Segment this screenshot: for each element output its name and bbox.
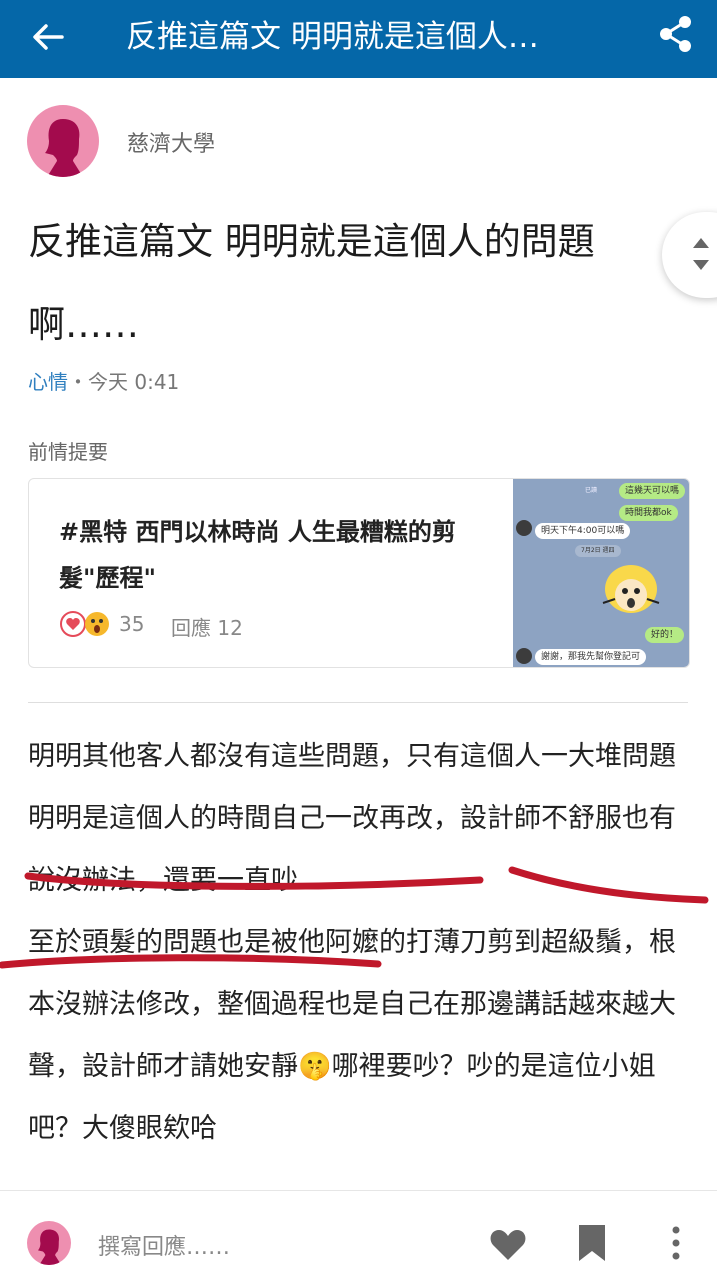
more-vertical-icon xyxy=(672,1226,680,1260)
female-avatar-icon xyxy=(38,1229,62,1265)
chat-bubble: 好的！ xyxy=(645,627,685,643)
chat-bubble: 時間我都ok xyxy=(619,505,678,521)
chat-bubble: 謝謝，那我先幫你登記可 xyxy=(535,649,647,665)
like-button[interactable] xyxy=(488,1224,528,1264)
heart-wow-reaction-icon xyxy=(60,611,109,637)
scroll-toggle-button[interactable] xyxy=(662,212,717,298)
reply-count: 回應 12 xyxy=(171,616,243,640)
arrow-left-icon xyxy=(33,24,64,50)
category-link[interactable]: 心情 xyxy=(28,370,68,394)
scroll-arrows-icon xyxy=(693,238,709,270)
post-title: 反推這篇文 明明就是這個人的問題啊…… xyxy=(28,220,595,346)
female-avatar-icon xyxy=(45,119,83,177)
back-button[interactable] xyxy=(24,12,74,62)
author-school: 慈濟大學 xyxy=(127,132,216,157)
chat-bubble: 明天下午4:00可以嗎 xyxy=(535,523,631,539)
referenced-post-card[interactable]: #黑特 西門以林時尚 人生最糟糕的剪髮"歷程" 35 回應 12 已讀 這幾天可… xyxy=(28,478,690,668)
referenced-post-thumbnail: 已讀 這幾天可以嗎 時間我都ok 明天下午4:00可以嗎 7月2日 週四 好的！… xyxy=(513,479,689,667)
more-options-button[interactable] xyxy=(664,1223,688,1263)
chat-avatar-icon xyxy=(516,648,532,664)
post-time: ・今天 0:41 xyxy=(68,370,180,394)
body-paragraph: 至於頭髮的問題也是被他阿嬤的打薄刀剪到超級鬚，根本沒辦法修改，整個過程也是自己在… xyxy=(28,927,676,1144)
top-app-bar: 反推這篇文 明明就是這個人… xyxy=(0,0,717,78)
author-avatar[interactable] xyxy=(27,105,99,177)
bottom-reply-bar: 撰寫回應…… xyxy=(0,1190,717,1281)
post-body: 明明其他客人都沒有這些問題，只有這個人一大堆問題 明明是這個人的時間自己一改再改… xyxy=(28,726,688,1160)
reply-input[interactable]: 撰寫回應…… xyxy=(98,1229,230,1261)
divider xyxy=(28,702,688,703)
heart-icon xyxy=(490,1230,526,1260)
bookmark-button[interactable] xyxy=(575,1223,609,1263)
like-count: 35 xyxy=(119,612,145,636)
character-sticker-icon xyxy=(602,565,660,613)
body-paragraph: 明明是這個人的時間自己一改再改，設計師不舒服也有說沒辦法，還要一直吵 xyxy=(28,803,676,896)
date-pill: 7月2日 週四 xyxy=(575,545,621,557)
user-avatar xyxy=(27,1221,71,1265)
post-meta: 心情・今天 0:41 xyxy=(28,366,179,395)
referenced-post-title: #黑特 西門以林時尚 人生最糟糕的剪髮"歷程" xyxy=(59,518,456,592)
reaction-icons xyxy=(59,609,115,639)
previous-context-label: 前情提要 xyxy=(28,440,108,464)
chat-bubble: 這幾天可以嗎 xyxy=(619,483,686,499)
share-icon xyxy=(660,16,691,52)
bookmark-icon xyxy=(579,1225,605,1261)
body-paragraph: 明明其他客人都沒有這些問題，只有這個人一大堆問題 xyxy=(28,741,676,772)
chat-avatar-icon xyxy=(516,520,532,536)
page-title: 反推這篇文 明明就是這個人… xyxy=(126,19,539,55)
share-button[interactable] xyxy=(652,10,700,58)
